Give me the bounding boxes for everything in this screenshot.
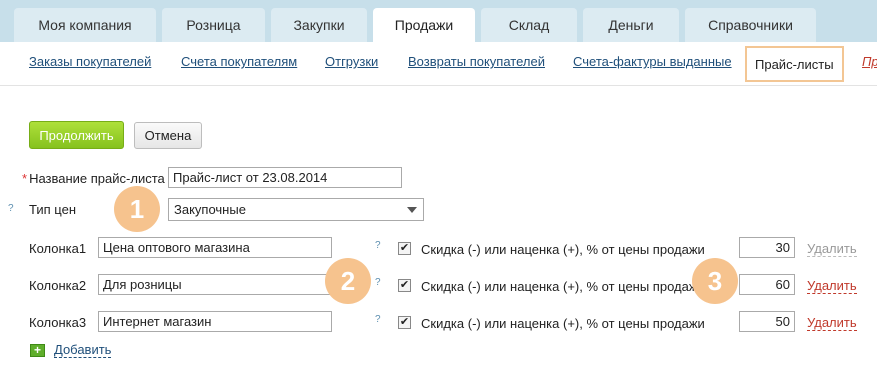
top-tab-bar: Моя компания Розница Закупки Продажи Скл…: [0, 0, 877, 42]
question-mark-icon[interactable]: ?: [375, 314, 381, 325]
plus-square-icon[interactable]: +: [30, 344, 45, 357]
chevron-down-icon: [407, 207, 417, 213]
discount-label: Скидка (-) или наценка (+), % от цены пр…: [421, 279, 705, 294]
question-mark-icon[interactable]: ?: [8, 203, 14, 214]
price-type-label: Тип цен: [29, 202, 76, 217]
delete-column-link[interactable]: Удалить: [807, 241, 857, 257]
price-type-value: Закупочные: [174, 202, 246, 217]
column-label: Колонка3: [29, 315, 87, 330]
required-mark: *: [22, 171, 28, 186]
tab-purchases[interactable]: Закупки: [271, 8, 367, 42]
tab-money[interactable]: Деньги: [583, 8, 679, 42]
column-name-input[interactable]: [98, 311, 332, 332]
tab-warehouse[interactable]: Склад: [481, 8, 577, 42]
annotation-marker-3: 3: [692, 258, 738, 304]
percent-input[interactable]: [739, 237, 795, 258]
tab-sales[interactable]: Продажи: [373, 8, 475, 42]
subnav-customer-invoices[interactable]: Счета покупателям: [181, 54, 297, 69]
price-list-name-label-text: Название прайс-листа: [29, 171, 165, 186]
column-label: Колонка2: [29, 278, 87, 293]
price-list-name-label: * Название прайс-листа: [22, 171, 165, 186]
subnav-overflow-item[interactable]: Пр: [862, 54, 877, 69]
tab-directories[interactable]: Справочники: [685, 8, 816, 42]
subnav-customer-returns[interactable]: Возвраты покупателей: [408, 54, 545, 69]
question-mark-icon[interactable]: ?: [375, 240, 381, 251]
delete-column-link[interactable]: Удалить: [807, 315, 857, 331]
cancel-button[interactable]: Отмена: [134, 122, 202, 149]
price-type-select[interactable]: Закупочные: [168, 198, 424, 221]
subnav-issued-invoices[interactable]: Счета-фактуры выданные: [573, 54, 732, 69]
percent-input[interactable]: [739, 274, 795, 295]
column-name-input[interactable]: [98, 237, 332, 258]
price-list-name-input[interactable]: [168, 167, 402, 188]
continue-button[interactable]: Продолжить: [29, 121, 124, 149]
discount-checkbox[interactable]: ✔: [398, 316, 411, 329]
percent-input[interactable]: [739, 311, 795, 332]
subnav-price-lists[interactable]: Прайс-листы: [745, 46, 844, 82]
column-name-input[interactable]: [98, 274, 332, 295]
subnav-shipments[interactable]: Отгрузки: [325, 54, 378, 69]
discount-checkbox[interactable]: ✔: [398, 242, 411, 255]
question-mark-icon[interactable]: ?: [375, 277, 381, 288]
tab-retail[interactable]: Розница: [162, 8, 265, 42]
delete-column-link[interactable]: Удалить: [807, 278, 857, 294]
discount-label: Скидка (-) или наценка (+), % от цены пр…: [421, 242, 705, 257]
tab-my-company[interactable]: Моя компания: [14, 8, 156, 42]
subnav-customer-orders[interactable]: Заказы покупателей: [29, 54, 151, 69]
column-label: Колонка1: [29, 241, 87, 256]
annotation-marker-1: 1: [114, 186, 160, 232]
add-column-link[interactable]: Добавить: [54, 342, 112, 358]
discount-label: Скидка (-) или наценка (+), % от цены пр…: [421, 316, 705, 331]
discount-checkbox[interactable]: ✔: [398, 279, 411, 292]
annotation-marker-2: 2: [325, 258, 371, 304]
sub-navigation: Заказы покупателей Счета покупателям Отг…: [0, 42, 877, 86]
